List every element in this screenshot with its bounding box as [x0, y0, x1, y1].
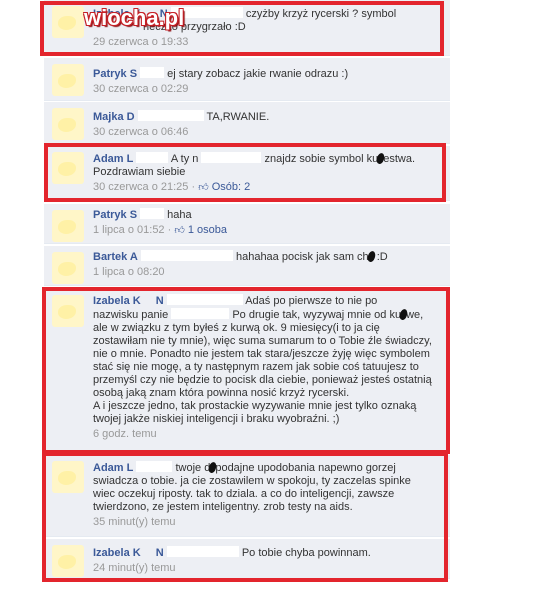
comment-text: twoje d — [175, 462, 211, 474]
comment-author[interactable]: Majka D — [93, 111, 135, 123]
avatar[interactable] — [52, 152, 84, 184]
comment-text: haha — [167, 209, 192, 221]
comment-item: Izabela K N Adaś po pierwsze to nie po n… — [44, 289, 450, 451]
comment-line: wiec oczekuj riposty. tak to dziala. a c… — [93, 488, 395, 500]
comment-text-2: znajdz sobie symbol ku — [264, 153, 379, 165]
comment-text: A ty n — [170, 153, 199, 165]
comment-line: twojej jakże niskiej inteligencji i brak… — [93, 413, 340, 425]
comment-line: zostawiłam nie ty mnie), więc suma sumar… — [93, 335, 432, 347]
comment-author[interactable]: Adam L — [93, 153, 133, 165]
watermark-logo: wiocha.pl — [84, 5, 185, 30]
likes-link[interactable]: 1 osoba — [188, 224, 227, 236]
comment-timestamp[interactable]: 1 lipca o 01:52 — [93, 224, 165, 236]
comment-timestamp[interactable]: 30 czerwca o 21:25 — [93, 181, 188, 193]
avatar[interactable] — [52, 252, 84, 284]
comment-author-surname[interactable]: N — [156, 295, 164, 307]
comment-text: Po tobie chyba powinnam. — [241, 547, 371, 559]
comment-line: przemyśl czy nie będzie to pocisk dla ci… — [93, 374, 432, 386]
comment-item: Adam L A ty n znajdz sobie symbol ku estw… — [44, 146, 450, 201]
comment-line-tail: we, — [406, 309, 424, 321]
avatar[interactable] — [52, 108, 84, 140]
comment-line: osobą jaką znam która powinna nosić krzy… — [93, 387, 350, 399]
comment-author[interactable]: Izabela K — [93, 295, 141, 307]
comment-author[interactable]: Patryk S — [93, 209, 137, 221]
likes-link[interactable]: Osób: 2 — [212, 181, 251, 193]
thumbs-up-icon: 👍︎ — [174, 225, 185, 236]
avatar[interactable] — [52, 295, 84, 327]
comment-text: ej stary zobacz jakie rwanie odrazu :) — [167, 68, 349, 80]
comment-line: nie o mnie. Ponadto nie jestem tak stara… — [93, 348, 430, 360]
comment-timestamp[interactable]: 1 lipca o 08:20 — [93, 266, 442, 279]
comment-line: Po drugie tak, wyzywaj mnie od ku — [232, 309, 402, 321]
comment-item: Patryk S ej stary zobacz jakie rwanie od… — [44, 58, 450, 101]
avatar[interactable] — [52, 545, 84, 577]
comment-timestamp[interactable]: 6 godz. temu — [93, 428, 442, 441]
comment-timestamp[interactable]: 35 minut(y) temu — [93, 516, 442, 529]
comment-line: twierdzono, ze jestem inteligentny. zrob… — [93, 501, 353, 513]
avatar[interactable] — [52, 210, 84, 242]
comment-line: swiadcza o tobie. ja cie zostawilem w sp… — [93, 475, 411, 487]
comment-item: Patryk S haha 1 lipca o 01:52 · 👍︎ 1 oso… — [44, 204, 450, 244]
comment-item: Izabela K N Po tobie chyba powinnam. 24 … — [44, 539, 450, 579]
comment-timestamp[interactable]: 30 czerwca o 06:46 — [93, 126, 442, 139]
comment-author[interactable]: Adam L — [93, 462, 133, 474]
comment-text-4: Pozdrawiam siebie — [93, 166, 186, 178]
comment-item: Bartek A hahahaa pocisk jak sam ch :D 1 … — [44, 246, 450, 286]
avatar[interactable] — [52, 6, 84, 38]
comment-text: czyżby krzyż rycerski ? symbol — [245, 8, 397, 20]
comment-item: Majka D TA,RWANIE. 30 czerwca o 06:46 — [44, 102, 450, 144]
avatar[interactable] — [52, 461, 84, 493]
comment-text: TA,RWANIE. — [206, 111, 270, 123]
comment-timestamp[interactable]: 30 czerwca o 02:29 — [93, 83, 442, 96]
comment-timestamp[interactable]: 29 czerwca o 19:33 — [93, 36, 442, 49]
comment-text-3: estwa. — [383, 153, 416, 165]
comment-timestamp[interactable]: 24 minut(y) temu — [93, 562, 442, 575]
comment-line-prefix: nazwisku panie — [93, 309, 169, 321]
comment-line: stać się nie mogę, a ty następnym razem … — [93, 361, 419, 373]
comment-author-surname[interactable]: N — [156, 547, 164, 559]
comment-text-2: :D — [376, 251, 388, 263]
comment-text-2: podajne upodobania napewno gorzej — [215, 462, 396, 474]
thumbs-up-icon: 👍︎ — [198, 182, 209, 193]
comment-line: ale w związku z tym byłeś z kurwą ok. 9 … — [93, 322, 380, 334]
comment-author[interactable]: Bartek A — [93, 251, 138, 263]
comment-text: hahahaa pocisk jak sam ch — [235, 251, 369, 263]
comment-author[interactable]: Izabela K — [93, 547, 141, 559]
comment-author[interactable]: Patryk S — [93, 68, 137, 80]
comment-line: Adaś po pierwsze to nie po — [245, 295, 378, 307]
comment-item: Adam L twoje d podajne upodobania napewno… — [44, 455, 450, 537]
comment-line: A i jeszcze jedno, tak prostackie wyzywa… — [93, 400, 417, 412]
avatar[interactable] — [52, 64, 84, 96]
